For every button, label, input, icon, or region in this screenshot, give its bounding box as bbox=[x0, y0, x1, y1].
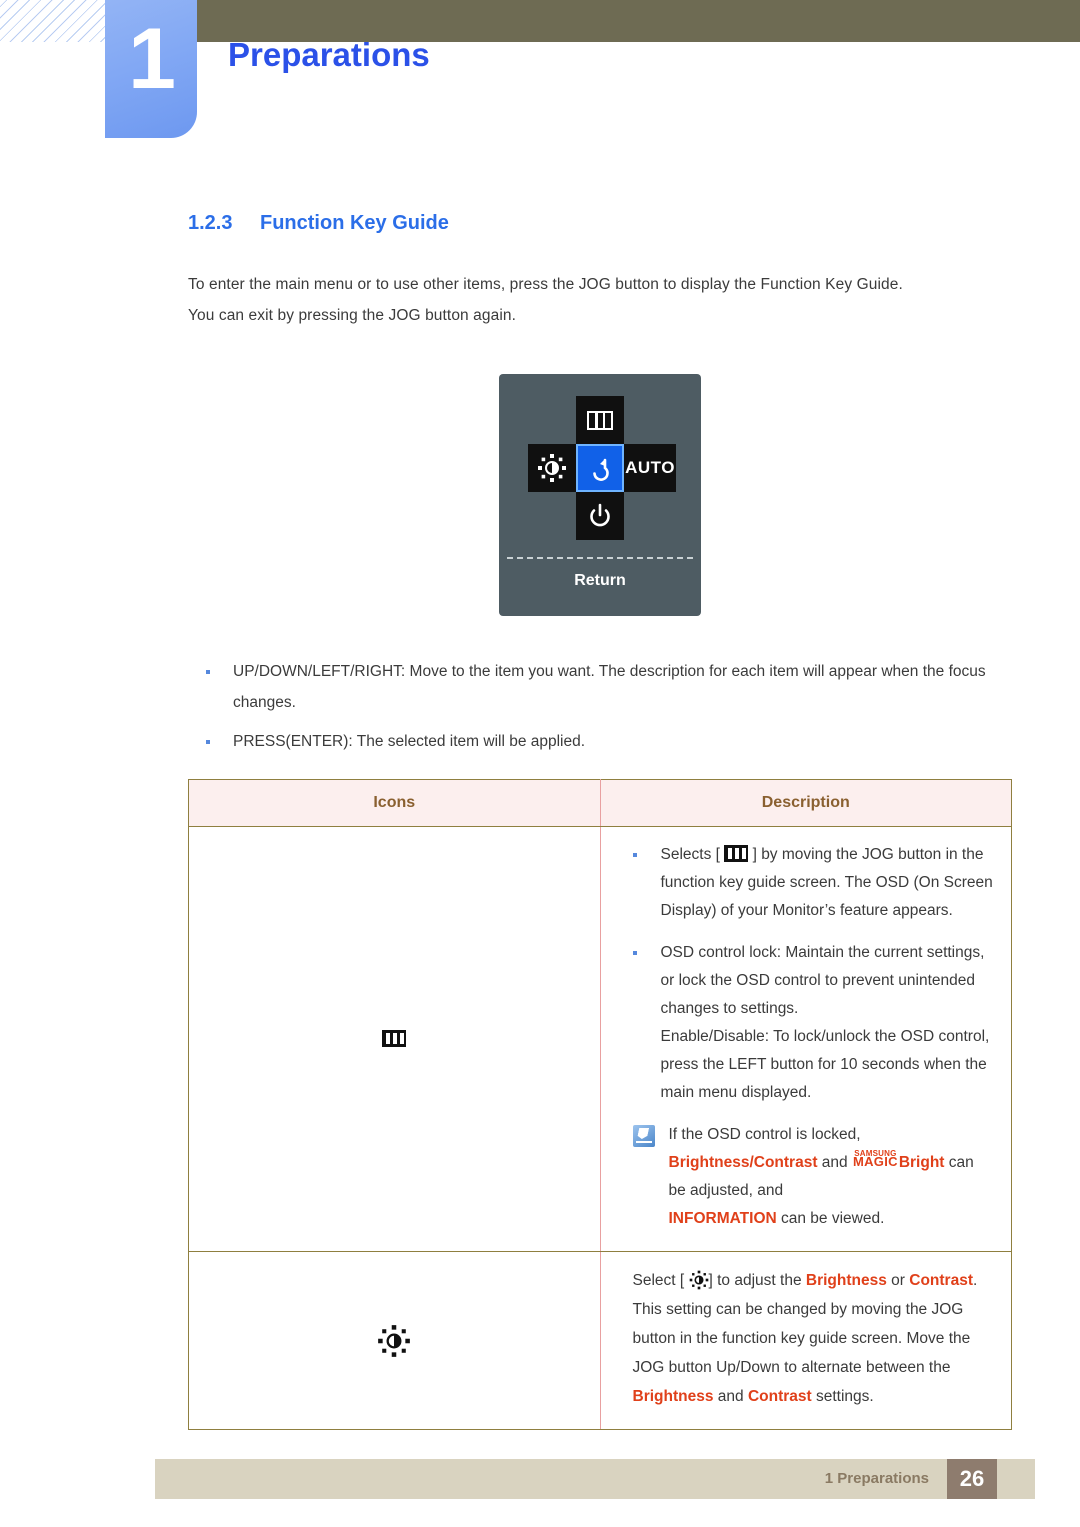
text-pre: Select [ bbox=[632, 1272, 685, 1289]
bullet-text: OSD control lock: Maintain the current s… bbox=[660, 944, 985, 1017]
osd-figure-wrapper: AUTO Return bbox=[188, 374, 1012, 616]
text-tail: settings. bbox=[811, 1388, 874, 1405]
row-icon-menu bbox=[188, 826, 601, 1252]
note-text: If the OSD control is locked, Brightness… bbox=[655, 1121, 994, 1233]
note-and: and bbox=[817, 1154, 852, 1171]
table-header-row: Icons Description bbox=[188, 779, 1012, 827]
text-line-2: This setting can be changed by moving th… bbox=[632, 1301, 971, 1376]
section-heading: 1.2.3 Function Key Guide bbox=[188, 212, 1012, 235]
text-mid: ] to adjust the bbox=[708, 1272, 806, 1289]
logo-magic: MAGIC bbox=[852, 1154, 898, 1169]
note-line-1: If the OSD control is locked, bbox=[668, 1126, 861, 1143]
text-and: and bbox=[713, 1388, 748, 1405]
description-text: Select [] to adjust the Brightness or C… bbox=[619, 1266, 994, 1411]
osd-key-right-auto[interactable]: AUTO bbox=[624, 444, 676, 492]
row-description-menu: Selects [ ] by moving the JOG button in … bbox=[599, 826, 1012, 1252]
brightness-icon bbox=[537, 453, 567, 483]
osd-key-center-return[interactable] bbox=[576, 444, 624, 492]
note-brightness-contrast: Brightness/Contrast bbox=[668, 1154, 818, 1171]
brightness-icon bbox=[689, 1270, 709, 1290]
menu-icon bbox=[724, 845, 749, 862]
key-behaviour-list: UP/DOWN/LEFT/RIGHT: Move to the item you… bbox=[188, 656, 1012, 757]
contrast-keyword: Contrast bbox=[909, 1272, 973, 1289]
description-bullet-list: Selects [ ] by moving the JOG button in … bbox=[619, 841, 994, 1107]
bullet-text-pre: Selects [ bbox=[660, 846, 720, 863]
note-line-3-tail: can be viewed. bbox=[776, 1210, 885, 1227]
contrast-keyword: Contrast bbox=[747, 1388, 812, 1405]
list-item: PRESS(ENTER): The selected item will be … bbox=[188, 726, 1012, 757]
text-or: or bbox=[886, 1272, 910, 1289]
section-number: 1.2.3 bbox=[188, 212, 233, 234]
column-header-icons: Icons bbox=[188, 779, 601, 827]
note-pencil-icon bbox=[632, 1125, 655, 1147]
menu-icon bbox=[587, 410, 613, 430]
note-information: INFORMATION bbox=[668, 1210, 777, 1227]
column-header-description: Description bbox=[599, 779, 1012, 827]
table-row: Select [] to adjust the Brightness or C… bbox=[188, 1251, 1012, 1430]
intro-line-2: You can exit by pressing the JOG button … bbox=[188, 307, 517, 324]
power-icon bbox=[586, 502, 614, 530]
page-number-badge: 26 bbox=[947, 1459, 997, 1499]
page-content: 1.2.3 Function Key Guide To enter the ma… bbox=[188, 212, 1012, 1430]
intro-line-1: To enter the main menu or to use other i… bbox=[188, 276, 903, 293]
brightness-icon bbox=[377, 1324, 411, 1358]
section-title-text: Function Key Guide bbox=[260, 212, 449, 234]
logo-bright: Bright bbox=[898, 1154, 945, 1171]
osd-key-left[interactable] bbox=[528, 444, 576, 492]
osd-key-up[interactable] bbox=[576, 396, 624, 444]
brightness-keyword: Brightness bbox=[805, 1272, 887, 1289]
footer-chapter-label: 1 Preparations bbox=[824, 1470, 929, 1487]
icons-description-table: Icons Description Selects [ ] by moving … bbox=[188, 779, 1012, 1430]
page-footer: 1 Preparations 26 bbox=[155, 1459, 1035, 1499]
menu-icon bbox=[382, 1029, 407, 1047]
intro-paragraph: To enter the main menu or to use other i… bbox=[188, 269, 1012, 331]
function-key-guide-osd: AUTO Return bbox=[499, 374, 701, 616]
osd-divider bbox=[507, 557, 693, 559]
chapter-number-tab: 1 bbox=[105, 0, 197, 138]
list-item: Selects [ ] by moving the JOG button in … bbox=[619, 841, 994, 925]
list-item: UP/DOWN/LEFT/RIGHT: Move to the item you… bbox=[188, 656, 1012, 718]
samsung-magic-logo: SAMSUNG MAGIC bbox=[852, 1150, 898, 1169]
row-icon-brightness bbox=[188, 1251, 601, 1430]
list-item: OSD control lock: Maintain the current s… bbox=[619, 939, 994, 1107]
page-title: Preparations bbox=[228, 36, 430, 73]
return-arrow-icon bbox=[586, 454, 614, 482]
text-end: . bbox=[973, 1272, 978, 1289]
osd-key-down-power[interactable] bbox=[576, 492, 624, 540]
bullet-subtext: Enable/Disable: To lock/unlock the OSD c… bbox=[660, 1028, 990, 1101]
osd-return-label: Return bbox=[574, 572, 626, 589]
row-description-brightness: Select [] to adjust the Brightness or C… bbox=[599, 1251, 1012, 1430]
brightness-keyword: Brightness bbox=[632, 1388, 714, 1405]
note-block: If the OSD control is locked, Brightness… bbox=[619, 1121, 994, 1233]
table-row: Selects [ ] by moving the JOG button in … bbox=[188, 826, 1012, 1252]
